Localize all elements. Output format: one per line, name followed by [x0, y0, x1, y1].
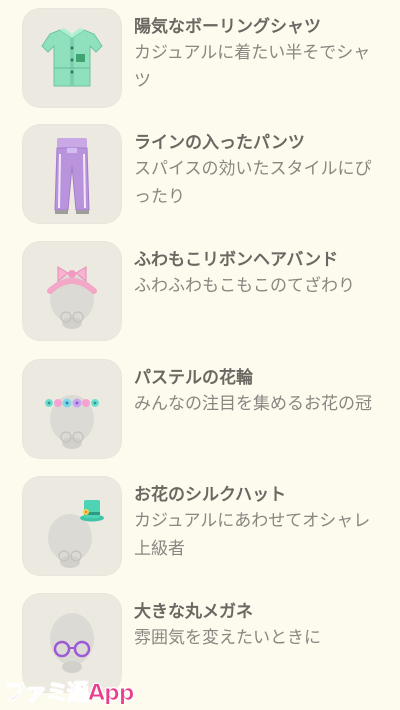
- item-image-tile: [22, 359, 122, 459]
- list-item[interactable]: お花のシルクハット カジュアルにあわせてオシャレ上級者: [0, 476, 400, 586]
- item-image-tile: [22, 476, 122, 576]
- list-item[interactable]: ラインの入ったパンツ スパイスの効いたスタイルにぴったり: [0, 124, 400, 234]
- list-item[interactable]: 陽気なボーリングシャツ カジュアルに着たい半そでシャツ: [0, 8, 400, 118]
- pants-icon: [54, 138, 90, 214]
- item-description: スパイスの効いたスタイルにぴったり: [134, 159, 372, 207]
- item-name: お花のシルクハット: [134, 485, 287, 505]
- item-description: みんなの注目を集めるお花の冠: [134, 394, 372, 414]
- flower-crown-icon: [45, 395, 99, 449]
- item-image-tile: [22, 241, 122, 341]
- item-image-tile: [22, 124, 122, 224]
- item-description: 雰囲気を変えたいときに: [134, 628, 321, 648]
- item-image-tile: [22, 8, 122, 108]
- item-description: ふわふわもこもこのてざわり: [134, 276, 355, 296]
- watermark-logo: ファミ通App: [4, 681, 136, 707]
- item-name: パステルの花輪: [134, 368, 253, 388]
- item-name: 陽気なボーリングシャツ: [134, 17, 321, 37]
- bowling-shirt-icon: [41, 28, 103, 87]
- ribbon-headband-icon: [47, 266, 97, 329]
- item-list-page: 陽気なボーリングシャツ カジュアルに着たい半そでシャツ ラインの入ったパンツ ス…: [0, 0, 400, 710]
- silk-hat-icon: [48, 500, 104, 568]
- item-name: ふわもこリボンヘアバンド: [134, 250, 339, 270]
- item-description: カジュアルにあわせてオシャレ上級者: [134, 511, 371, 559]
- list-item[interactable]: ふわもこリボンヘアバンド ふわふわもこもこのてざわり: [0, 241, 400, 351]
- item-name: 大きな丸メガネ: [134, 602, 253, 622]
- list-item[interactable]: パステルの花輪 みんなの注目を集めるお花の冠: [0, 359, 400, 469]
- item-name: ラインの入ったパンツ: [134, 133, 305, 153]
- item-description: カジュアルに着たい半そでシャツ: [134, 43, 371, 91]
